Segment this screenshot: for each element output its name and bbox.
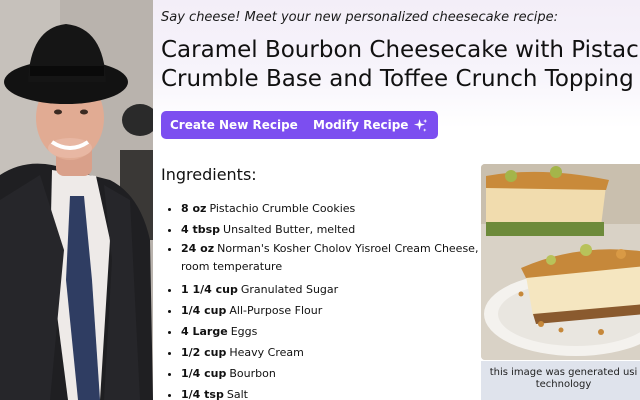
image-caption-line1: this image was generated usi bbox=[489, 367, 638, 378]
person-photo-illustration bbox=[0, 0, 153, 400]
create-new-recipe-button[interactable]: Create New Recipe bbox=[161, 111, 328, 139]
recipe-title-line2: Crumble Base and Toffee Crunch Topping bbox=[161, 66, 634, 92]
ingredient-item: 4 LargeEggs bbox=[181, 321, 501, 342]
ingredient-item: 8 ozPistachio Crumble Cookies bbox=[181, 198, 501, 219]
ingredient-qty: 1/2 cup bbox=[181, 346, 227, 359]
ingredient-name: Unsalted Butter, melted bbox=[223, 223, 356, 236]
ingredient-name: Pistachio Crumble Cookies bbox=[209, 202, 356, 215]
ingredients-heading: Ingredients: bbox=[161, 165, 257, 184]
ingredient-qty: 1 1/4 cup bbox=[181, 283, 238, 296]
ingredient-qty: 24 oz bbox=[181, 242, 215, 255]
ingredient-qty: 4 Large bbox=[181, 325, 228, 338]
ingredient-item: 24 ozNorman's Kosher Cholov Yisroel Crea… bbox=[181, 240, 501, 276]
ingredient-name: Salt bbox=[226, 388, 248, 400]
cheesecake-illustration bbox=[481, 164, 640, 360]
recipe-title: Caramel Bourbon Cheesecake with Pistachi… bbox=[161, 36, 640, 94]
image-caption: this image was generated usi technology bbox=[481, 361, 640, 400]
ingredient-item: 1/4 cupBourbon bbox=[181, 363, 501, 384]
modify-recipe-button[interactable]: Modify Recipe bbox=[304, 111, 439, 139]
modify-recipe-label: Modify Recipe bbox=[313, 118, 409, 132]
person-photo bbox=[0, 0, 153, 400]
recipe-tagline: Say cheese! Meet your new personalized c… bbox=[161, 10, 558, 25]
ingredient-qty: 8 oz bbox=[181, 202, 207, 215]
recipe-panel: Say cheese! Meet your new personalized c… bbox=[153, 0, 640, 400]
ingredient-name: All-Purpose Flour bbox=[229, 304, 323, 317]
ingredients-list: 8 ozPistachio Crumble Cookies 4 tbspUnsa… bbox=[161, 198, 501, 400]
ingredient-item: 1/4 tspSalt bbox=[181, 384, 501, 400]
ingredient-item: 1/4 cupAll-Purpose Flour bbox=[181, 300, 501, 321]
recipe-title-line1: Caramel Bourbon Cheesecake with Pistachi… bbox=[161, 37, 640, 63]
ingredient-item: 1/2 cupHeavy Cream bbox=[181, 342, 501, 363]
create-new-recipe-label: Create New Recipe bbox=[170, 118, 298, 132]
ingredient-qty: 1/4 cup bbox=[181, 304, 227, 317]
ingredient-item: 1 1/4 cupGranulated Sugar bbox=[181, 279, 501, 300]
ingredient-name: Granulated Sugar bbox=[240, 283, 339, 296]
ingredient-name: Norman's Kosher Cholov Yisroel Cream Che… bbox=[181, 242, 493, 273]
ingredient-name: Bourbon bbox=[229, 367, 276, 380]
ingredient-name: Eggs bbox=[230, 325, 258, 338]
image-caption-line2: technology bbox=[535, 379, 592, 390]
cheesecake-image bbox=[481, 164, 640, 360]
sparkles-icon bbox=[414, 118, 428, 132]
ingredient-qty: 1/4 tsp bbox=[181, 388, 224, 400]
ingredient-qty: 1/4 cup bbox=[181, 367, 227, 380]
ingredient-name: Heavy Cream bbox=[229, 346, 304, 359]
ingredient-qty: 4 tbsp bbox=[181, 223, 221, 236]
ingredient-item: 4 tbspUnsalted Butter, melted bbox=[181, 219, 501, 240]
